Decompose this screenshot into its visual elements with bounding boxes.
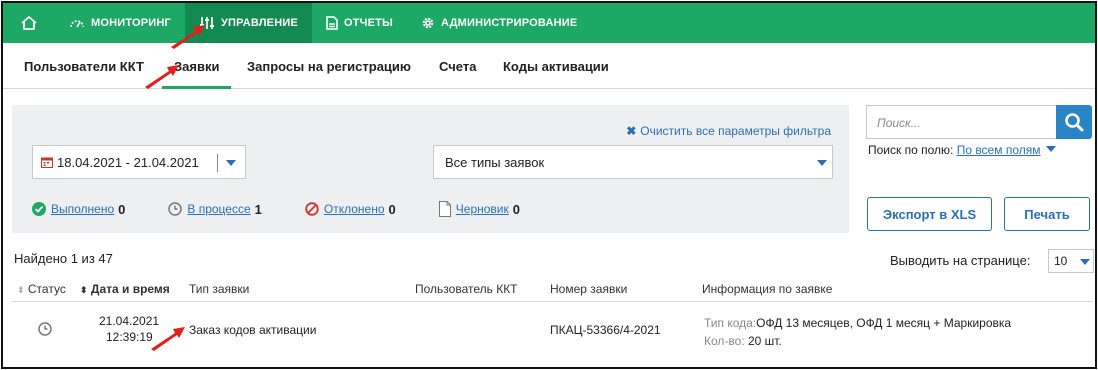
row-type: Заказ кодов активации	[189, 323, 317, 337]
info-qty-value: 20 шт.	[748, 334, 782, 348]
stat-label: Выполнено	[51, 202, 115, 216]
gauge-icon	[70, 20, 84, 28]
search-field-selector: Поиск по полю: По всем полям	[868, 143, 1056, 157]
tab-activation-codes[interactable]: Коды активации	[503, 43, 609, 89]
topnav-item-monitoring[interactable]: МОНИТОРИНГ	[55, 3, 185, 43]
clear-filters-label: Очистить все параметры фильтра	[640, 124, 831, 138]
gear-icon	[422, 17, 434, 29]
search-field-value[interactable]: По всем полям	[957, 143, 1041, 157]
info-qty-label: Кол-во:	[704, 334, 745, 348]
draft-document-icon	[438, 201, 451, 217]
row-time: 12:39:19	[106, 330, 153, 344]
export-xls-button[interactable]: Экспорт в XLS	[867, 197, 992, 231]
search-icon	[1065, 113, 1084, 132]
date-range-picker[interactable]: 18.04.2021 - 21.04.2021	[32, 145, 246, 179]
chevron-down-icon[interactable]	[1045, 146, 1056, 152]
results-count: Найдено 1 из 47	[14, 251, 113, 266]
stat-count: 0	[512, 201, 520, 217]
forbidden-icon	[305, 202, 319, 216]
clock-icon	[168, 202, 183, 216]
stat-draft[interactable]: Черновик 0	[438, 201, 520, 217]
row-info-qty: Кол-во: 20 шт.	[704, 334, 782, 348]
filter-panel: ✖ Очистить все параметры фильтра 18.04.20…	[12, 105, 849, 233]
request-type-value: Все типы заявок	[445, 155, 545, 170]
sort-icon: ⬍	[17, 285, 25, 295]
tab-invoices[interactable]: Счета	[439, 43, 476, 89]
divider	[12, 301, 1093, 302]
topnav-item-label: УПРАВЛЕНИЕ	[221, 17, 298, 29]
document-icon	[326, 16, 338, 30]
tab-registration-requests[interactable]: Запросы на регистрацию	[247, 43, 411, 89]
stat-count: 0	[118, 201, 126, 217]
annotation-arrow-icon	[145, 65, 179, 89]
topnav-item-administration[interactable]: АДМИНИСТРИРОВАНИЕ	[407, 3, 591, 43]
search-placeholder: Поиск...	[877, 116, 921, 130]
topnav-item-reports[interactable]: ОТЧЕТЫ	[312, 3, 407, 43]
chevron-down-icon	[1080, 259, 1090, 265]
info-type-label: Тип кода:	[704, 316, 757, 330]
search-input[interactable]: Поиск...	[866, 105, 1058, 139]
row-info-type: Тип кода:ОФД 13 месяцев, ОФД 1 месяц + М…	[704, 316, 1011, 330]
divider	[217, 154, 218, 172]
col-header-number: Номер заявки	[550, 282, 628, 296]
sort-desc-icon: ⬍	[80, 285, 88, 295]
search-field-label: Поиск по полю:	[868, 143, 954, 157]
col-header-label: Дата и время	[90, 282, 170, 296]
check-circle-icon	[32, 202, 46, 216]
chevron-down-icon	[817, 160, 827, 166]
search-button[interactable]	[1056, 105, 1092, 139]
stat-label: Черновик	[455, 202, 509, 216]
topnav-item-label: АДМИНИСТРИРОВАНИЕ	[441, 17, 578, 29]
app-frame: МОНИТОРИНГ УПРАВЛЕНИЕ ОТЧЕТЫ АДМИНИСТРИР…	[1, 1, 1097, 369]
stat-rejected[interactable]: Отклонено 0	[305, 202, 396, 217]
info-type-value: ОФД 13 месяцев, ОФД 1 месяц + Маркировка	[756, 316, 1012, 330]
stat-label: В процессе	[187, 202, 251, 216]
topnav-item-label: ОТЧЕТЫ	[343, 17, 394, 29]
clock-icon	[38, 322, 52, 336]
stat-count: 1	[254, 201, 262, 217]
per-page-label: Выводить на странице:	[890, 253, 1031, 268]
col-header-type: Тип заявки	[189, 282, 250, 296]
row-number: ПКАЦ-53366/4-2021	[550, 323, 661, 337]
col-header-label: Статус	[27, 282, 66, 296]
topnav-item-label: МОНИТОРИНГ	[91, 17, 171, 29]
chevron-down-icon[interactable]	[226, 160, 236, 166]
status-counters: Выполнено 0 В процессе 1 Отклонено 0 Чер…	[32, 201, 565, 217]
calendar-icon	[41, 157, 53, 168]
home-button[interactable]	[3, 3, 55, 43]
col-header-status[interactable]: ⬍ Статус	[17, 282, 66, 296]
stat-in-progress[interactable]: В процессе 1	[168, 202, 262, 217]
stat-count: 0	[388, 201, 396, 217]
col-header-info: Информация по заявке	[702, 282, 833, 296]
per-page-value: 10	[1054, 254, 1068, 268]
col-header-user: Пользователь ККТ	[415, 282, 518, 296]
print-button[interactable]: Печать	[1004, 197, 1090, 231]
date-range-value: 18.04.2021 - 21.04.2021	[57, 155, 199, 170]
home-icon	[21, 16, 37, 30]
close-icon: ✖	[626, 124, 637, 138]
stat-label: Отклонено	[323, 202, 385, 216]
top-nav: МОНИТОРИНГ УПРАВЛЕНИЕ ОТЧЕТЫ АДМИНИСТРИР…	[3, 3, 1095, 43]
request-type-select[interactable]: Все типы заявок	[433, 145, 833, 179]
tab-kkt-users[interactable]: Пользователи ККТ	[24, 43, 144, 89]
col-header-datetime[interactable]: ⬍ Дата и время	[80, 282, 170, 296]
annotation-arrow-icon	[151, 327, 185, 351]
annotation-arrow-icon	[171, 25, 205, 49]
per-page-select[interactable]: 10	[1048, 249, 1094, 273]
stat-completed[interactable]: Выполнено 0	[32, 202, 125, 217]
clear-filters-link[interactable]: ✖ Очистить все параметры фильтра	[626, 124, 831, 138]
